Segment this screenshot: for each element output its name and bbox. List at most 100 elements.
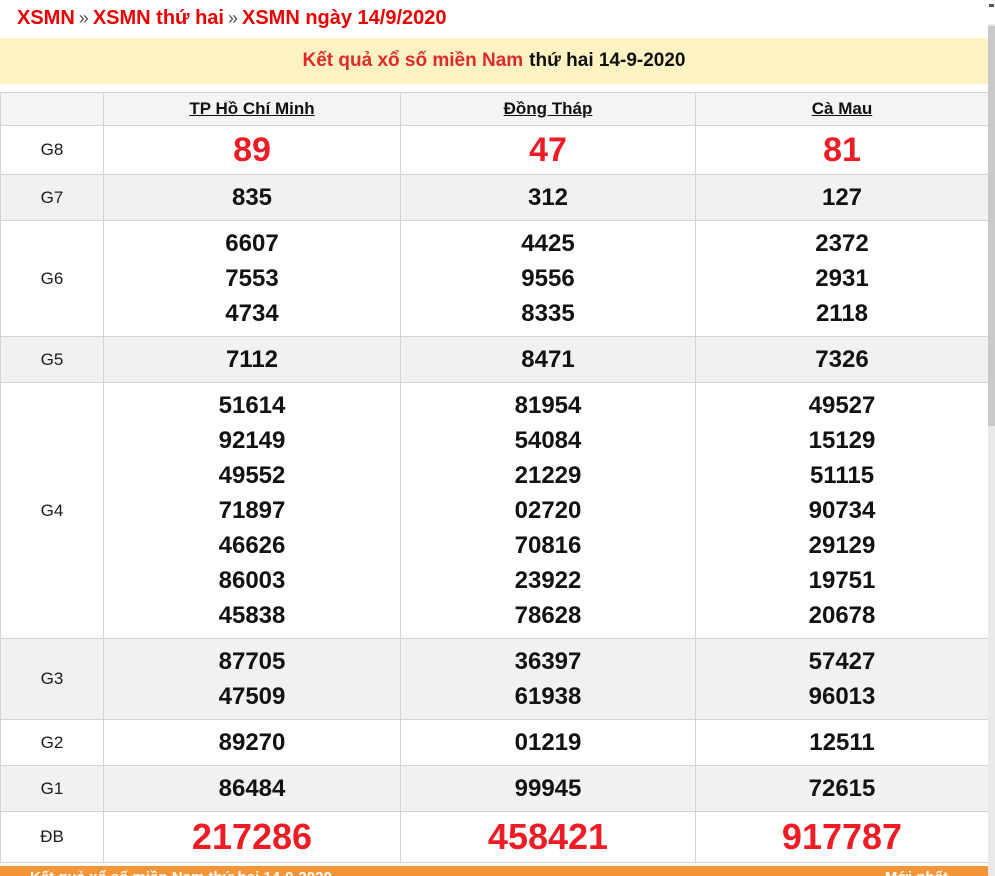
table-row-g7: G7835312127: [1, 175, 989, 221]
results-banner: Kết quả xổ số miền Nam thứ hai 14-9-2020: [0, 38, 988, 84]
footer-bar: Kết quả xổ số miền Nam thứ hai 14-9-2020…: [0, 866, 988, 876]
prize-cell: 458421: [401, 812, 696, 863]
prize-number: 81954: [401, 388, 695, 423]
prize-cell: 99945: [401, 766, 696, 812]
prize-number: 86003: [104, 563, 400, 598]
prize-number: 89: [104, 131, 400, 169]
prize-number: 7112: [104, 342, 400, 377]
prize-number: 21229: [401, 458, 695, 493]
scrollbar[interactable]: [988, 0, 995, 876]
prize-number: 99945: [401, 771, 695, 806]
prize-cell: 660775534734: [104, 221, 401, 337]
prize-cell: 8471: [401, 337, 696, 383]
footer-left-text: Kết quả xổ số miền Nam thứ hai 14-9-2020: [30, 869, 332, 876]
province-link[interactable]: TP Hồ Chí Minh: [189, 99, 314, 118]
table-row-g2: G2892700121912511: [1, 720, 989, 766]
prize-number: 7326: [696, 342, 988, 377]
prize-label: G3: [1, 639, 104, 720]
prize-cell: 81: [696, 126, 989, 175]
scrollbar-thumb[interactable]: [988, 26, 995, 426]
prize-number: 312: [401, 180, 695, 215]
banner-title-date: thứ hai 14-9-2020: [529, 50, 685, 72]
prize-number: 51614: [104, 388, 400, 423]
prize-number: 90734: [696, 493, 988, 528]
prize-cell: 12511: [696, 720, 989, 766]
prize-number: 20678: [696, 598, 988, 633]
table-body: G8894781 G7835312127G66607755347344425955…: [1, 126, 989, 863]
banner-title-red: Kết quả xổ số miền Nam: [303, 50, 524, 72]
prize-number: 23922: [401, 563, 695, 598]
prize-number: 47: [401, 131, 695, 169]
prize-number: 8335: [401, 296, 695, 331]
prize-label: ĐB: [1, 812, 104, 863]
prize-number: 49552: [104, 458, 400, 493]
prize-number: 12511: [696, 725, 988, 760]
prize-number: 47509: [104, 679, 400, 714]
prize-number: 19751: [696, 563, 988, 598]
table-header-row: TP Hồ Chí Minh Đồng Tháp Cà Mau: [1, 93, 989, 126]
prize-cell: 8770547509: [104, 639, 401, 720]
prize-number: 01219: [401, 725, 695, 760]
prize-cell: 47: [401, 126, 696, 175]
prize-cell: 7112: [104, 337, 401, 383]
prize-number: 51115: [696, 458, 988, 493]
prize-label: G7: [1, 175, 104, 221]
prize-number: 49527: [696, 388, 988, 423]
province-link[interactable]: Đồng Tháp: [504, 99, 593, 118]
prize-number: 36397: [401, 644, 695, 679]
prize-number: 4425: [401, 226, 695, 261]
prize-number: 917787: [696, 817, 988, 857]
prize-cell: 217286: [104, 812, 401, 863]
prize-number: 217286: [104, 817, 400, 857]
prize-number: 86484: [104, 771, 400, 806]
prize-number: 81: [696, 131, 988, 169]
province-header: TP Hồ Chí Minh: [104, 93, 401, 126]
prize-number: 835: [104, 180, 400, 215]
prize-number: 78628: [401, 598, 695, 633]
prize-number: 8471: [401, 342, 695, 377]
prize-number: 4734: [104, 296, 400, 331]
table-row-g1: G1864849994572615: [1, 766, 989, 812]
prize-label: G4: [1, 383, 104, 639]
prize-number: 7553: [104, 261, 400, 296]
prize-cell: 835: [104, 175, 401, 221]
results-table: TP Hồ Chí Minh Đồng Tháp Cà Mau G8894781 G7…: [0, 92, 989, 863]
prize-number: 2931: [696, 261, 988, 296]
prize-label: G5: [1, 337, 104, 383]
breadcrumb-link-1[interactable]: XSMN thứ hai: [93, 7, 224, 29]
scrollbar-up-button[interactable]: [988, 0, 995, 24]
prize-number: 2118: [696, 296, 988, 331]
prize-number: 70816: [401, 528, 695, 563]
prize-cell: 442595568335: [401, 221, 696, 337]
breadcrumb-link-0[interactable]: XSMN: [17, 7, 75, 29]
prize-cell: 89270: [104, 720, 401, 766]
prize-cell: 312: [401, 175, 696, 221]
table-row-g6: G6660775534734442595568335237229312118: [1, 221, 989, 337]
province-link[interactable]: Cà Mau: [812, 99, 872, 118]
prize-cell: 81954540842122902720708162392278628: [401, 383, 696, 639]
prize-number: 2372: [696, 226, 988, 261]
prize-number: 29129: [696, 528, 988, 563]
prize-cell: 01219: [401, 720, 696, 766]
table-row-g5: G5711284717326: [1, 337, 989, 383]
prize-number: 72615: [696, 771, 988, 806]
prize-cell: 917787: [696, 812, 989, 863]
prize-cell: 72615: [696, 766, 989, 812]
breadcrumb-separator: »: [224, 8, 242, 28]
prize-number: 96013: [696, 679, 988, 714]
prize-cell: 86484: [104, 766, 401, 812]
breadcrumb-link-2[interactable]: XSMN ngày 14/9/2020: [242, 7, 447, 29]
prize-number: 15129: [696, 423, 988, 458]
prize-label: G6: [1, 221, 104, 337]
footer-right-text: Mới nhất: [885, 869, 948, 876]
prize-cell: 7326: [696, 337, 989, 383]
province-header: Cà Mau: [696, 93, 989, 126]
prize-number: 46626: [104, 528, 400, 563]
prize-number: 6607: [104, 226, 400, 261]
breadcrumb: XSMN»XSMN thứ hai»XSMN ngày 14/9/2020: [0, 0, 988, 36]
prize-label: G8: [1, 126, 104, 175]
prize-cell: 3639761938: [401, 639, 696, 720]
prize-cell: 89: [104, 126, 401, 175]
page-content: XSMN»XSMN thứ hai»XSMN ngày 14/9/2020 Kế…: [0, 0, 988, 863]
table-row-g4: G451614921494955271897466268600345838819…: [1, 383, 989, 639]
